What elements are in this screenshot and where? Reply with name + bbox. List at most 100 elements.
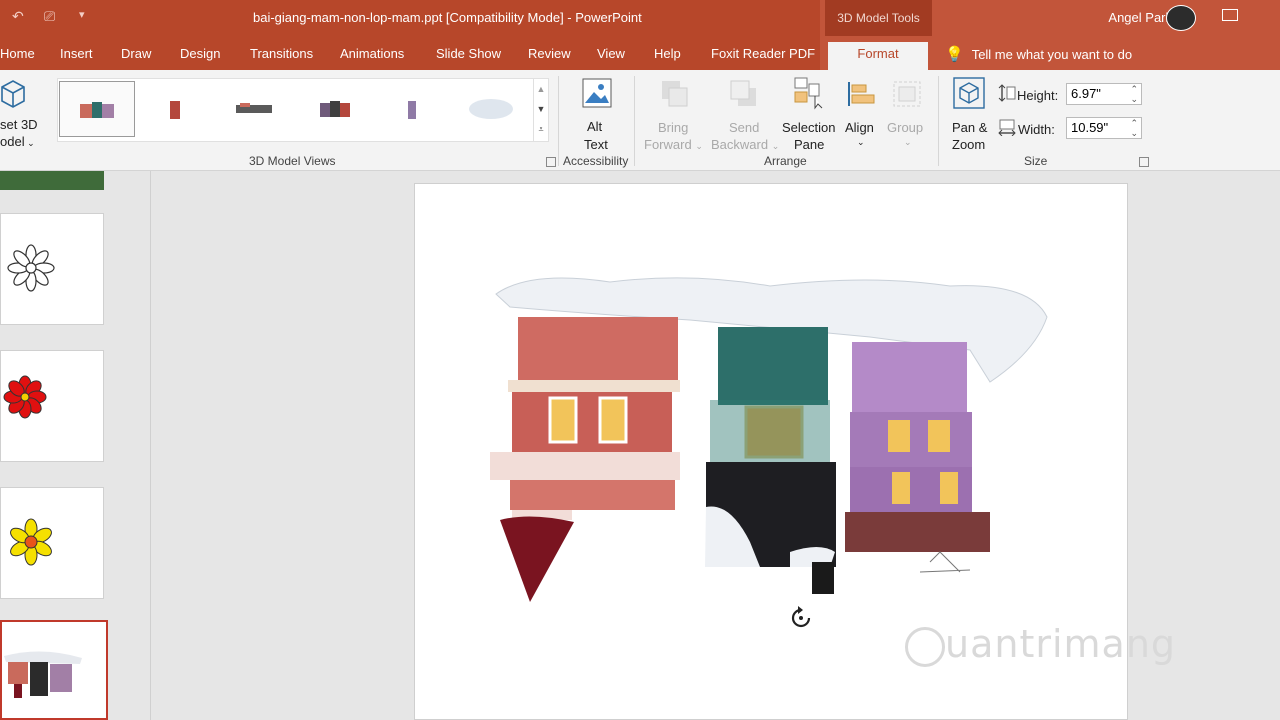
user-name[interactable]: Angel Park — [1108, 10, 1172, 25]
undo-icon[interactable]: ↶ — [12, 8, 24, 25]
rotate-handle-icon[interactable] — [787, 604, 815, 632]
group-dropdown-icon: ⌄ — [904, 137, 912, 147]
align-dropdown-icon: ⌄ — [857, 137, 865, 147]
start-slideshow-icon[interactable]: ⎚ — [44, 8, 55, 25]
group-label-arrange: Arrange — [764, 154, 807, 168]
send-backward-label-2-text: Backward — [711, 137, 769, 152]
slide-thumbnails-pane — [0, 171, 151, 720]
selection-pane-button[interactable]: Selection Pane — [781, 74, 837, 152]
view-thumbnail-side[interactable] — [138, 81, 214, 137]
view-thumbnail-right[interactable] — [376, 81, 452, 137]
width-value: 10.59" — [1071, 120, 1109, 135]
height-spinner-icon[interactable]: ⌃ ⌄ — [1130, 84, 1138, 104]
slide-thumbnail-partial[interactable] — [0, 171, 104, 190]
view-thumbnail-front[interactable] — [59, 81, 135, 137]
selection-pane-label-1: Selection — [782, 120, 836, 135]
slide-thumbnail-yellow-flower[interactable] — [0, 487, 104, 599]
selection-pane-label-2: Pane — [794, 137, 825, 152]
document-title: bai-giang-mam-non-lop-mam.ppt [Compatibi… — [253, 10, 642, 25]
align-button[interactable]: Align ⌄ — [841, 74, 881, 152]
pan-zoom-label-2: Zoom — [952, 137, 986, 152]
view-thumbnail-back[interactable] — [298, 81, 374, 137]
tab-slide-show[interactable]: Slide Show — [436, 42, 501, 66]
tab-format[interactable]: Format — [828, 42, 928, 70]
lightbulb-icon: 💡 — [945, 46, 964, 63]
height-icon — [998, 84, 1016, 102]
flower-outline-icon — [7, 244, 55, 292]
reset-3d-label-2-text: odel — [0, 134, 25, 149]
slide-thumbnail-flower-outline[interactable] — [0, 213, 104, 325]
gallery-scrollbar: ▲ ▼ ⩡ — [533, 79, 548, 141]
tab-insert[interactable]: Insert — [60, 42, 93, 66]
tell-me-search[interactable]: 💡 Tell me what you want to do — [945, 45, 1132, 63]
view-thumbnail-bottom[interactable] — [454, 81, 530, 137]
watermark-text: uantrimang — [945, 622, 1177, 666]
avatar[interactable] — [1166, 5, 1196, 31]
width-icon — [998, 119, 1016, 136]
title-bar: ↶ ⎚ ▾ bai-giang-mam-non-lop-mam.ppt [Com… — [0, 0, 1280, 70]
alt-text-icon — [582, 78, 612, 108]
width-label: Width: — [1018, 122, 1055, 137]
bring-forward-icon — [662, 81, 688, 107]
selection-pane-icon — [794, 77, 823, 110]
tab-design[interactable]: Design — [180, 42, 220, 66]
size-dialog-launcher-icon[interactable] — [1139, 157, 1149, 167]
group-icon — [893, 81, 921, 107]
tab-view[interactable]: View — [597, 42, 625, 66]
gallery-more[interactable]: ⩡ — [534, 119, 548, 139]
width-spinner-icon[interactable]: ⌃ ⌄ — [1130, 118, 1138, 138]
views-dialog-launcher-icon[interactable] — [546, 157, 556, 167]
tell-me-text: Tell me what you want to do — [971, 47, 1133, 62]
tab-help[interactable]: Help — [654, 42, 681, 66]
send-backward-label-2: Backward ⌄ — [711, 137, 780, 152]
group-label-size: Size — [1024, 154, 1048, 168]
watermark: uantrimang — [905, 622, 1176, 667]
gallery-scroll-down[interactable]: ▼ — [534, 99, 548, 119]
gallery-scroll-up[interactable]: ▲ — [534, 79, 548, 99]
slide-thumbnail-houses-selected[interactable] — [0, 620, 108, 720]
tab-transitions[interactable]: Transitions — [250, 42, 313, 66]
alt-text-button[interactable]: Alt Text — [576, 74, 618, 152]
reset-3d-label-2: odel ⌄ — [0, 134, 35, 149]
3d-model-winter-houses[interactable] — [490, 272, 1055, 607]
ribbon-tabs: Home Insert Draw Design Transitions Anim… — [0, 42, 1280, 70]
height-label: Height: — [1017, 88, 1059, 103]
separator — [938, 76, 939, 166]
bring-forward-button: Bring Forward ⌄ — [644, 74, 704, 152]
reset-3d-model-button[interactable]: set 3D odel ⌄ — [0, 74, 40, 152]
tab-foxit-reader-pdf[interactable]: Foxit Reader PDF — [711, 42, 815, 66]
cube-icon — [1, 80, 25, 108]
alt-text-label-2: Text — [584, 137, 608, 152]
contextual-tab-group-label: 3D Model Tools — [825, 0, 932, 36]
width-input[interactable]: 10.59" ⌃ ⌄ — [1066, 117, 1142, 139]
ribbon: set 3D odel ⌄ ▲ ▼ ⩡ 3D Model Views Alt T… — [0, 70, 1280, 171]
tab-home[interactable]: Home — [0, 42, 35, 66]
bring-forward-label-2-text: Forward — [644, 137, 692, 152]
ribbon-display-options-icon[interactable] — [1222, 9, 1238, 21]
height-input[interactable]: 6.97" ⌃ ⌄ — [1066, 83, 1142, 105]
tab-animations[interactable]: Animations — [340, 42, 404, 66]
tab-draw[interactable]: Draw — [121, 42, 151, 66]
pan-zoom-button[interactable]: Pan & Zoom — [948, 74, 992, 152]
pan-zoom-icon — [953, 77, 985, 109]
yellow-flower-icon — [10, 518, 52, 566]
align-icon — [848, 82, 875, 106]
reset-3d-label-1: set 3D — [0, 117, 38, 132]
houses-thumbnail-image — [4, 651, 82, 698]
customize-qat-icon[interactable]: ▾ — [79, 8, 85, 21]
slide-thumbnail-red-flower[interactable] — [0, 350, 104, 462]
group-label-accessibility: Accessibility — [563, 154, 629, 168]
alt-text-label-1: Alt — [587, 119, 603, 134]
height-value: 6.97" — [1071, 86, 1101, 101]
3d-model-views-gallery: ▲ ▼ ⩡ — [57, 78, 549, 142]
red-flower-icon — [3, 375, 47, 419]
watermark-logo-icon — [905, 626, 945, 667]
group-button: Group ⌄ — [886, 74, 928, 152]
send-backward-button: Send Backward ⌄ — [711, 74, 780, 152]
tab-review[interactable]: Review — [528, 42, 571, 66]
send-backward-icon — [730, 80, 756, 106]
send-backward-label-1: Send — [729, 120, 760, 135]
view-thumbnail-top[interactable] — [216, 81, 292, 137]
bring-forward-label-1: Bring — [658, 120, 689, 135]
bring-forward-label-2: Forward ⌄ — [644, 137, 703, 152]
